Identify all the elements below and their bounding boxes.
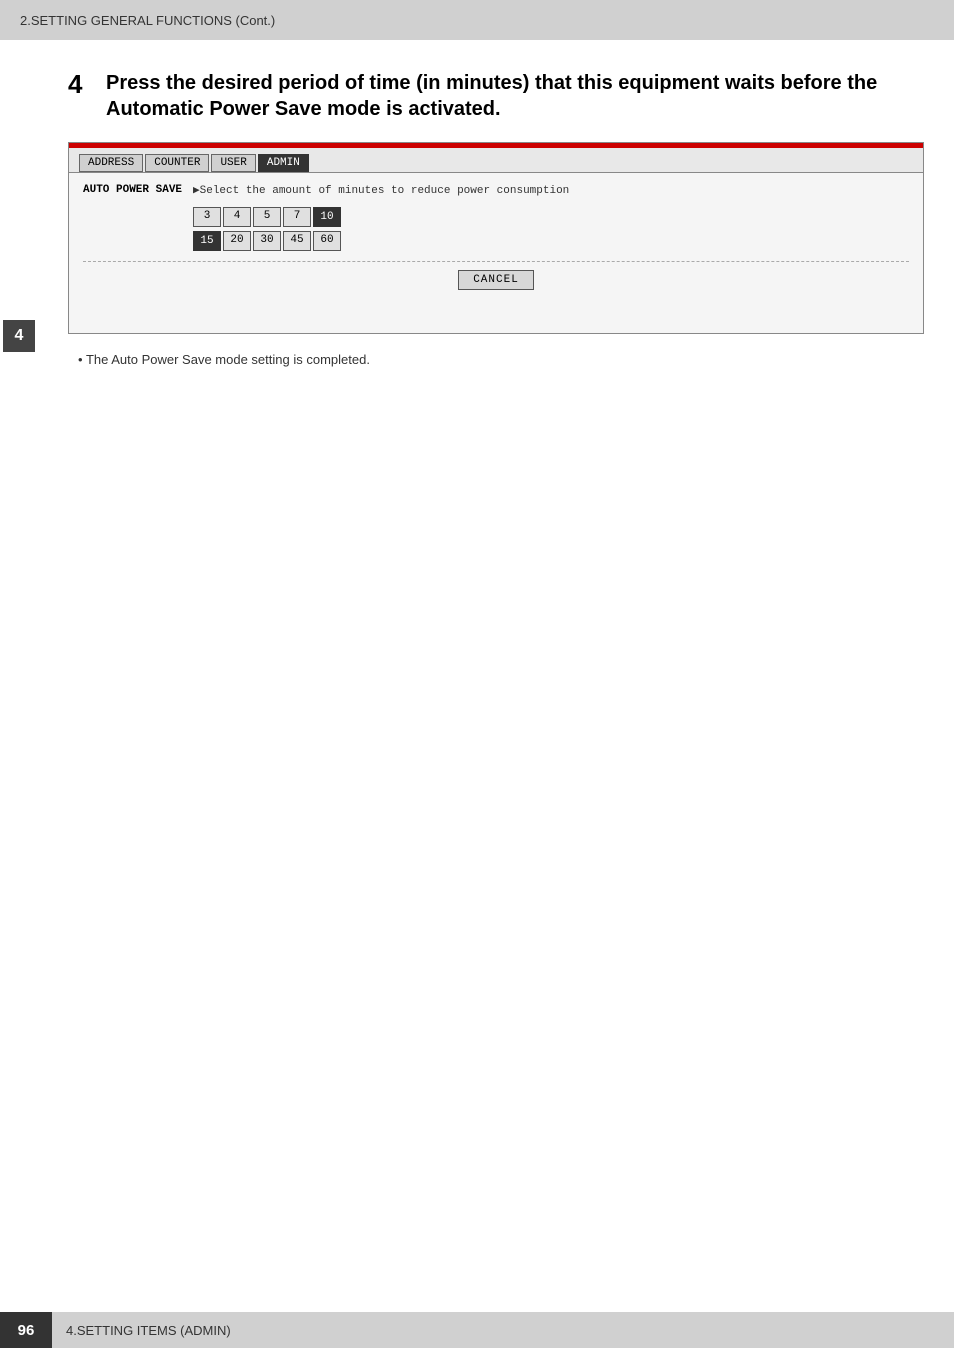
screen-label-row: AUTO POWER SAVE ▶Select the amount of mi… (83, 183, 909, 197)
screen-content: AUTO POWER SAVE ▶Select the amount of mi… (69, 173, 923, 333)
minute-btn-45[interactable]: 45 (283, 231, 311, 251)
minute-row-2: 15 20 30 45 60 (193, 231, 341, 251)
step-container: 4 Press the desired period of time (in m… (68, 70, 924, 122)
minute-btn-60[interactable]: 60 (313, 231, 341, 251)
footer-section-label: 4.SETTING ITEMS (ADMIN) (52, 1323, 231, 1338)
minute-row-1: 3 4 5 7 10 (193, 207, 341, 227)
chapter-badge: 4 (3, 320, 35, 352)
breadcrumb-text: 2.SETTING GENERAL FUNCTIONS (Cont.) (20, 13, 275, 28)
step-text: Press the desired period of time (in min… (106, 70, 924, 122)
tab-user[interactable]: USER (211, 154, 255, 172)
minute-btn-20[interactable]: 20 (223, 231, 251, 251)
minute-btn-15[interactable]: 15 (193, 231, 221, 251)
bottom-bar: 96 4.SETTING ITEMS (ADMIN) (0, 1312, 954, 1348)
step-number: 4 (68, 70, 92, 99)
page-number: 96 (0, 1312, 52, 1348)
minute-btn-30[interactable]: 30 (253, 231, 281, 251)
minute-btn-4[interactable]: 4 (223, 207, 251, 227)
cancel-button[interactable]: CANCEL (458, 270, 534, 290)
screen-instruction: ▶Select the amount of minutes to reduce … (193, 183, 569, 197)
left-sidebar: 4 (0, 40, 38, 1308)
cancel-area: CANCEL (83, 261, 909, 298)
tab-address[interactable]: ADDRESS (79, 154, 143, 172)
screen-label: AUTO POWER SAVE (83, 184, 193, 196)
bullet-note: The Auto Power Save mode setting is comp… (68, 352, 924, 367)
minute-btn-5[interactable]: 5 (253, 207, 281, 227)
tab-counter[interactable]: COUNTER (145, 154, 209, 172)
screen-box: ADDRESS COUNTER USER ADMIN AUTO POWER SA… (68, 142, 924, 334)
minute-btn-7[interactable]: 7 (283, 207, 311, 227)
top-breadcrumb-bar: 2.SETTING GENERAL FUNCTIONS (Cont.) (0, 0, 954, 40)
tabs-row: ADDRESS COUNTER USER ADMIN (69, 148, 923, 173)
tab-admin[interactable]: ADMIN (258, 154, 309, 172)
minute-btn-3[interactable]: 3 (193, 207, 221, 227)
main-content: 4 Press the desired period of time (in m… (38, 40, 954, 1348)
minute-btn-10[interactable]: 10 (313, 207, 341, 227)
minute-buttons-section: 3 4 5 7 10 15 20 30 45 60 (83, 207, 909, 251)
